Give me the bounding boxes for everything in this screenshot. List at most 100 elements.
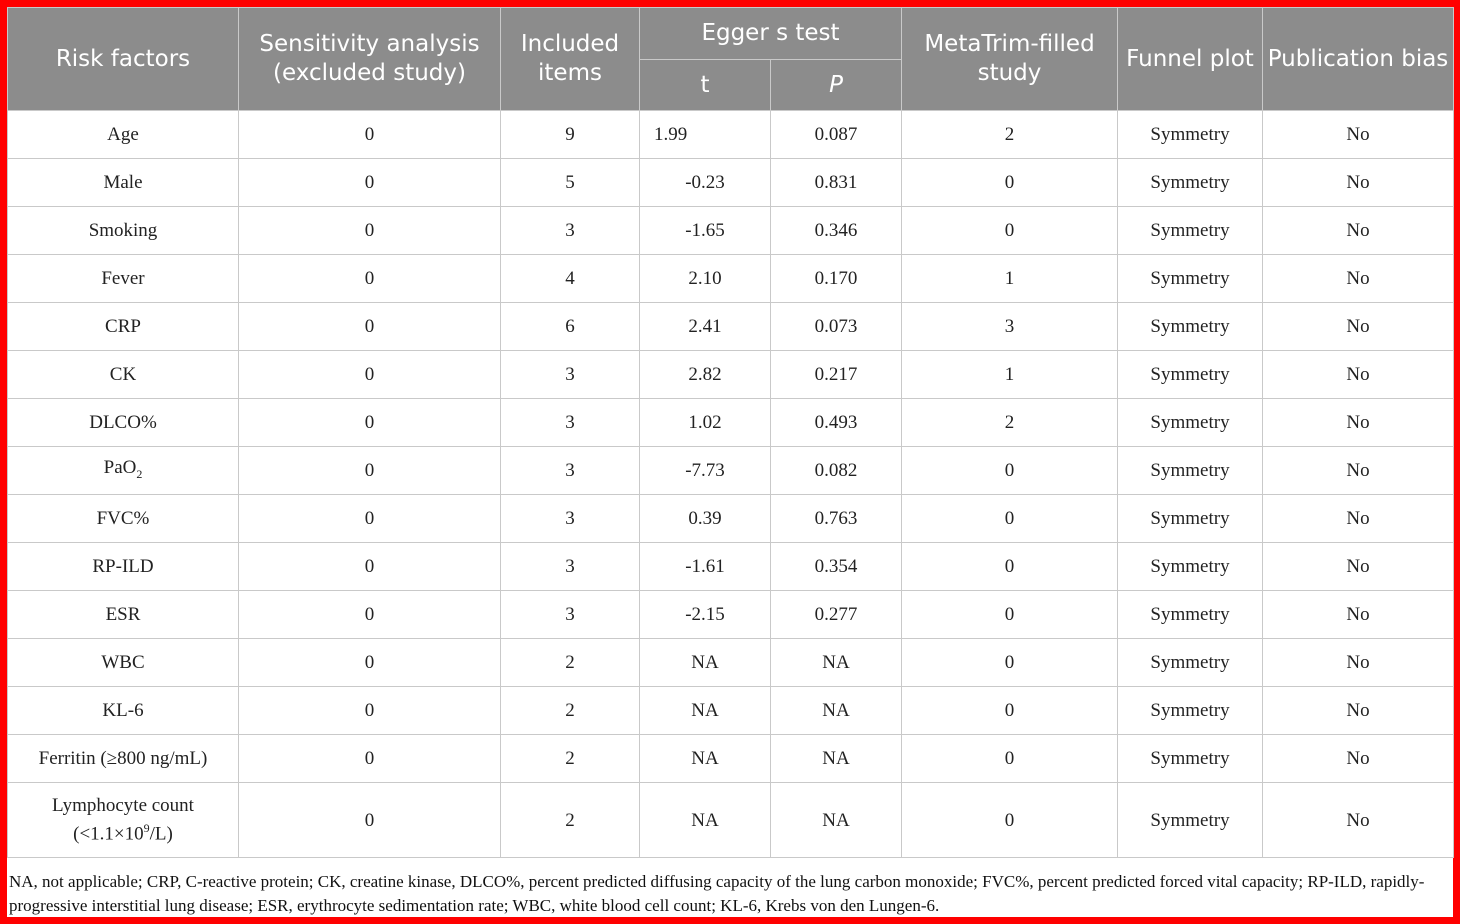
cell-excluded-study: 0: [238, 734, 501, 783]
table-row: CRP 0 6 2.41 0.073 3 Symmetry No: [7, 302, 1454, 351]
cell-egger-t: 2.10: [639, 254, 771, 303]
cell-publication-bias: No: [1262, 110, 1454, 159]
cell-egger-p: NA: [770, 734, 902, 783]
risk-factor-label: PaO: [103, 456, 137, 478]
cell-egger-t: NA: [639, 686, 771, 735]
cell-included-items: 3: [500, 542, 640, 591]
cell-risk-factor: Smoking: [7, 206, 239, 255]
cell-funnel-plot: Symmetry: [1117, 686, 1263, 735]
cell-included-items: 3: [500, 494, 640, 543]
cell-funnel-plot: Symmetry: [1117, 782, 1263, 858]
cell-risk-factor: Male: [7, 158, 239, 207]
cell-risk-factor: RP-ILD: [7, 542, 239, 591]
cell-risk-factor: Lymphocyte count (<1.1×109/L): [7, 782, 239, 858]
cell-included-items: 2: [500, 782, 640, 858]
table-row: DLCO% 0 3 1.02 0.493 2 Symmetry No: [7, 398, 1454, 447]
cell-excluded-study: 0: [238, 686, 501, 735]
cell-excluded-study: 0: [238, 206, 501, 255]
cell-metatrim-filled: 2: [901, 110, 1118, 159]
cell-metatrim-filled: 0: [901, 686, 1118, 735]
table-row: Age 0 9 1.99 0.087 2 Symmetry No: [7, 110, 1454, 159]
cell-publication-bias: No: [1262, 158, 1454, 207]
cell-included-items: 3: [500, 206, 640, 255]
cell-risk-factor: Age: [7, 110, 239, 159]
cell-included-items: 3: [500, 350, 640, 399]
cell-funnel-plot: Symmetry: [1117, 254, 1263, 303]
header-metatrim-filled: MetaTrim-filled study: [901, 7, 1118, 111]
cell-excluded-study: 0: [238, 350, 501, 399]
cell-funnel-plot: Symmetry: [1117, 302, 1263, 351]
cell-egger-t: NA: [639, 734, 771, 783]
table-row: KL-6 0 2 NA NA 0 Symmetry No: [7, 686, 1454, 735]
cell-egger-p: 0.493: [770, 398, 902, 447]
risk-factor-label: Male: [103, 172, 143, 193]
table-row: RP-ILD 0 3 -1.61 0.354 0 Symmetry No: [7, 542, 1454, 591]
risk-factor-label: WBC: [101, 652, 145, 673]
cell-egger-p: 0.170: [770, 254, 902, 303]
header-sensitivity-analysis: Sensitivity analysis (excluded study): [238, 7, 501, 111]
cell-metatrim-filled: 0: [901, 494, 1118, 543]
cell-egger-t: 1.99: [639, 110, 771, 159]
cell-funnel-plot: Symmetry: [1117, 590, 1263, 639]
cell-risk-factor: CK: [7, 350, 239, 399]
cell-included-items: 4: [500, 254, 640, 303]
table-footnote: NA, not applicable; CRP, C-reactive prot…: [9, 872, 1425, 915]
cell-risk-factor: KL-6: [7, 686, 239, 735]
cell-excluded-study: 0: [238, 158, 501, 207]
cell-funnel-plot: Symmetry: [1117, 350, 1263, 399]
cell-risk-factor: PaO2: [7, 446, 239, 495]
cell-egger-p: 0.087: [770, 110, 902, 159]
cell-excluded-study: 0: [238, 590, 501, 639]
cell-egger-t: NA: [639, 638, 771, 687]
cell-publication-bias: No: [1262, 398, 1454, 447]
cell-funnel-plot: Symmetry: [1117, 542, 1263, 591]
cell-excluded-study: 0: [238, 398, 501, 447]
cell-publication-bias: No: [1262, 446, 1454, 495]
cell-egger-p: 0.277: [770, 590, 902, 639]
cell-excluded-study: 0: [238, 542, 501, 591]
cell-metatrim-filled: 2: [901, 398, 1118, 447]
risk-factor-label: Fever: [101, 268, 145, 289]
cell-metatrim-filled: 1: [901, 350, 1118, 399]
cell-risk-factor: DLCO%: [7, 398, 239, 447]
table-row: FVC% 0 3 0.39 0.763 0 Symmetry No: [7, 494, 1454, 543]
cell-funnel-plot: Symmetry: [1117, 158, 1263, 207]
cell-metatrim-filled: 0: [901, 590, 1118, 639]
cell-publication-bias: No: [1262, 494, 1454, 543]
cell-publication-bias: No: [1262, 734, 1454, 783]
risk-factor-label: ESR: [105, 604, 141, 625]
cell-publication-bias: No: [1262, 686, 1454, 735]
cell-risk-factor: FVC%: [7, 494, 239, 543]
cell-metatrim-filled: 1: [901, 254, 1118, 303]
cell-egger-t: -2.15: [639, 590, 771, 639]
cell-funnel-plot: Symmetry: [1117, 494, 1263, 543]
cell-egger-t: 2.41: [639, 302, 771, 351]
header-t: t: [639, 59, 771, 111]
risk-factor-subscript: 2: [136, 466, 143, 481]
cell-metatrim-filled: 0: [901, 638, 1118, 687]
table-row: CK 0 3 2.82 0.217 1 Symmetry No: [7, 350, 1454, 399]
cell-egger-p: 0.082: [770, 446, 902, 495]
cell-included-items: 2: [500, 686, 640, 735]
cell-excluded-study: 0: [238, 110, 501, 159]
cell-excluded-study: 0: [238, 446, 501, 495]
cell-egger-t: -1.65: [639, 206, 771, 255]
header-funnel-plot: Funnel plot: [1117, 7, 1263, 111]
cell-egger-t: -1.61: [639, 542, 771, 591]
cell-egger-p: 0.073: [770, 302, 902, 351]
cell-funnel-plot: Symmetry: [1117, 398, 1263, 447]
cell-egger-t: 1.02: [639, 398, 771, 447]
cell-egger-p: 0.346: [770, 206, 902, 255]
cell-egger-t: NA: [639, 782, 771, 858]
risk-factor-label: Ferritin (≥800 ng/mL): [38, 748, 208, 769]
cell-egger-t: 0.39: [639, 494, 771, 543]
risk-factor-label: CK: [109, 364, 137, 385]
cell-publication-bias: No: [1262, 206, 1454, 255]
cell-egger-p: NA: [770, 638, 902, 687]
cell-metatrim-filled: 0: [901, 734, 1118, 783]
table-row: Fever 0 4 2.10 0.170 1 Symmetry No: [7, 254, 1454, 303]
cell-funnel-plot: Symmetry: [1117, 206, 1263, 255]
cell-included-items: 3: [500, 590, 640, 639]
cell-publication-bias: No: [1262, 302, 1454, 351]
cell-included-items: 2: [500, 638, 640, 687]
